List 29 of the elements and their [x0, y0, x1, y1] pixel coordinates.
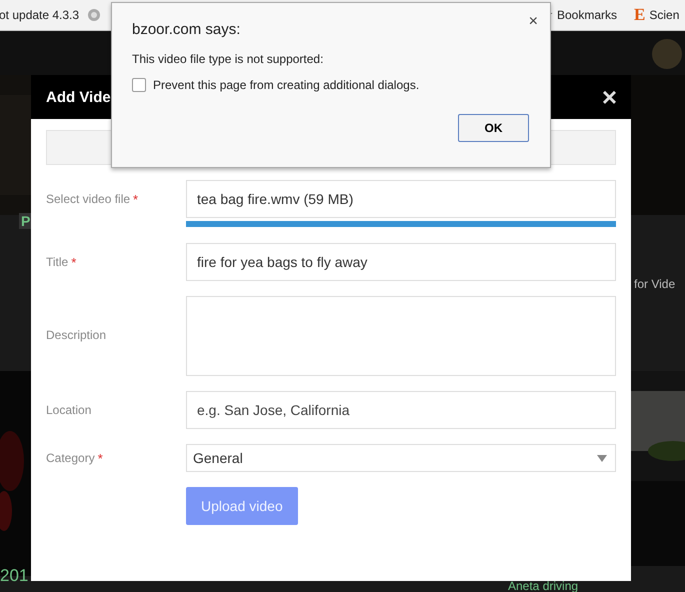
globe-icon	[87, 8, 102, 22]
ok-button[interactable]: OK	[458, 114, 529, 142]
modal-title: Add Vide	[46, 88, 111, 106]
bookmark-item[interactable]: Scien	[649, 8, 680, 22]
input-field[interactable]: e.g. San Jose, California	[186, 391, 616, 429]
field-label: Description	[46, 328, 106, 342]
alert-title: bzoor.com says:	[132, 21, 240, 38]
text-area[interactable]	[186, 296, 616, 376]
dropdown[interactable]: General	[186, 444, 616, 472]
file-field[interactable]: tea bag fire.wmv (59 MB)	[186, 180, 616, 218]
field-label: Select video file	[46, 192, 130, 206]
alert-message: This video file type is not supported:	[132, 52, 324, 66]
video-date: 201	[0, 566, 28, 586]
checkbox-label: Prevent this page from creating additional dialogs.	[153, 78, 420, 92]
nav-link[interactable]: P	[19, 213, 32, 229]
close-button[interactable]: ×	[528, 13, 538, 31]
bookmark-item[interactable]: Bookmarks	[557, 8, 618, 22]
field-label: Category	[46, 451, 95, 465]
site-logo: E	[634, 5, 646, 25]
checkbox[interactable]	[132, 78, 146, 92]
required-mark: *	[71, 255, 76, 270]
field-label: Title	[46, 255, 68, 269]
field-label: Location	[46, 403, 92, 417]
required-mark: *	[133, 192, 138, 207]
section-heading: for Vide	[634, 277, 676, 291]
caret-icon	[597, 454, 607, 462]
input-field[interactable]: fire for yea bags to fly away	[186, 243, 616, 281]
required-mark: *	[98, 451, 103, 466]
close-button[interactable]: ×	[602, 84, 617, 110]
